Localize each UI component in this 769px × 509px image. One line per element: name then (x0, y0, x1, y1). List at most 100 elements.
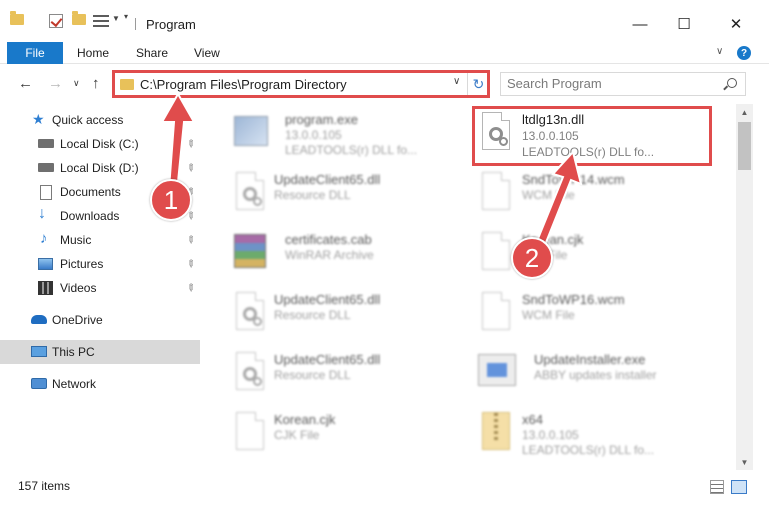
cloud-icon (31, 315, 47, 324)
forward-button[interactable]: → (48, 75, 63, 92)
up-button[interactable]: ↑ (92, 75, 100, 92)
file-icon (476, 290, 516, 338)
file-item-sndtowp16-wcm[interactable]: SndToWP16.wcm WCM File (476, 288, 716, 342)
sidebar-item-onedrive[interactable]: OneDrive (0, 308, 200, 332)
dll-icon (230, 290, 270, 338)
search-box[interactable] (500, 72, 746, 96)
file-icon (230, 410, 270, 458)
file-item-program-exe[interactable]: program.exe 13.0.0.105 LEADTOOLS(r) DLL … (230, 108, 470, 162)
file-name: UpdateInstaller.exe (534, 352, 646, 367)
tab-home[interactable]: Home (77, 46, 109, 60)
sidebar-item-videos[interactable]: Videos ✎ (0, 276, 200, 300)
ribbon-tabs: File Home Share View ∨ ? (0, 42, 769, 64)
file-name: SndToWP16.wcm (522, 292, 625, 307)
toolbar-dropdown-icon[interactable]: ▼ (112, 14, 120, 23)
documents-icon (40, 185, 52, 200)
item-count: 157 items (18, 479, 71, 493)
ribbon-collapse-icon[interactable]: ∨ (716, 46, 723, 57)
status-bar: 157 items (0, 470, 769, 509)
file-item-updateclient65-dll[interactable]: UpdateClient65.dll Resource DLL (230, 288, 470, 342)
properties-check-icon[interactable] (49, 14, 63, 28)
close-button[interactable]: ✕ (714, 10, 758, 38)
scrollbar-thumb[interactable] (738, 122, 751, 170)
file-type: WCM File (522, 308, 575, 322)
dll-icon (230, 170, 270, 218)
minimize-button[interactable]: — (618, 10, 662, 38)
file-name: UpdateClient65.dll (274, 292, 381, 307)
star-icon: ★ (32, 111, 45, 127)
file-type: CJK File (274, 428, 320, 442)
title-bar: ▼ ▾ Program — ☐ ✕ (0, 0, 769, 42)
videos-icon (38, 281, 53, 295)
zip-folder-icon (476, 410, 516, 458)
sidebar-item-label: Local Disk (D:) (60, 161, 139, 175)
file-description: LEADTOOLS(r) DLL fo... (522, 443, 655, 457)
computer-icon (31, 346, 47, 357)
file-type: Resource DLL (274, 188, 351, 202)
pin-icon[interactable]: ✎ (183, 281, 197, 295)
file-type: Resource DLL (274, 368, 351, 382)
tab-view[interactable]: View (194, 46, 220, 60)
file-type: ABBY updates installer (534, 368, 657, 382)
toolbar-overflow-icon[interactable]: ▾ (124, 12, 128, 21)
file-name: program.exe (285, 112, 358, 127)
pin-icon[interactable]: ✎ (183, 257, 197, 271)
file-type: WinRAR Archive (285, 248, 374, 262)
scroll-down-icon[interactable]: ▼ (736, 454, 753, 470)
vertical-scrollbar[interactable]: ▲ ▼ (736, 104, 753, 470)
pin-icon[interactable]: ✎ (183, 233, 197, 247)
file-item-certificates-cab[interactable]: certificates.cab WinRAR Archive (230, 228, 470, 282)
new-folder-icon[interactable] (72, 11, 86, 25)
file-item-updateclient65-dll[interactable]: UpdateClient65.dll Resource DLL (230, 168, 470, 222)
sidebar-item-label: OneDrive (52, 313, 103, 327)
navigation-bar: ← → ∨ ↑ C:\Program Files\Program Directo… (0, 64, 769, 104)
large-icons-view-icon[interactable] (731, 480, 747, 494)
sidebar-item-label: Videos (60, 281, 97, 295)
file-version: 13.0.0.105 (522, 428, 579, 442)
back-button[interactable]: ← (18, 75, 33, 92)
customize-toolbar-icon[interactable] (93, 14, 109, 28)
file-description: LEADTOOLS(r) DLL fo... (285, 143, 418, 157)
network-icon (31, 378, 47, 389)
step-2-badge: 2 (511, 237, 553, 279)
file-item-updateclient65-dll[interactable]: UpdateClient65.dll Resource DLL (230, 348, 470, 402)
sidebar-item-label: Pictures (60, 257, 104, 271)
scroll-up-icon[interactable]: ▲ (736, 104, 753, 120)
recent-locations-button[interactable]: ∨ (73, 78, 80, 89)
window-title: Program (146, 17, 196, 32)
sidebar-item-pictures[interactable]: Pictures ✎ (0, 252, 200, 276)
tab-share[interactable]: Share (136, 46, 168, 60)
sidebar-item-label: Quick access (52, 113, 124, 127)
file-item-x64[interactable]: x64 13.0.0.105 LEADTOOLS(r) DLL fo... (476, 408, 716, 462)
download-icon: ↓ (38, 205, 46, 222)
sidebar-item-network[interactable]: Network (0, 372, 200, 396)
sidebar-item-label: Documents (60, 185, 121, 199)
file-item-korean-cjk[interactable]: Korean.cjk CJK File (230, 408, 470, 462)
folder-icon (10, 11, 24, 25)
title-separator (135, 18, 136, 30)
file-name: certificates.cab (285, 232, 372, 247)
sidebar-item-label: Network (52, 377, 97, 391)
music-icon: ♪ (40, 230, 48, 247)
search-icon[interactable] (727, 78, 737, 88)
search-input[interactable] (507, 76, 707, 91)
details-view-icon[interactable] (710, 480, 724, 494)
file-item-updateinstaller-exe[interactable]: UpdateInstaller.exe ABBY updates install… (476, 348, 716, 402)
file-name: UpdateClient65.dll (274, 172, 381, 187)
tab-file[interactable]: File (7, 42, 63, 64)
dll-icon (230, 350, 270, 398)
maximize-button[interactable]: ☐ (662, 10, 706, 38)
file-name: UpdateClient65.dll (274, 352, 381, 367)
sidebar-item-label: Music (60, 233, 92, 247)
sidebar-item-this-pc[interactable]: This PC (0, 340, 200, 364)
file-name: x64 (522, 412, 543, 427)
exe-icon (230, 110, 270, 158)
drive-icon (38, 139, 54, 148)
step-1-badge: 1 (150, 179, 192, 221)
pictures-icon (38, 258, 53, 270)
installer-icon (476, 350, 516, 398)
file-name: Korean.cjk (274, 412, 336, 427)
help-icon[interactable]: ? (737, 46, 751, 60)
sidebar-item-label: Downloads (60, 209, 120, 223)
file-version: 13.0.0.105 (285, 128, 342, 142)
